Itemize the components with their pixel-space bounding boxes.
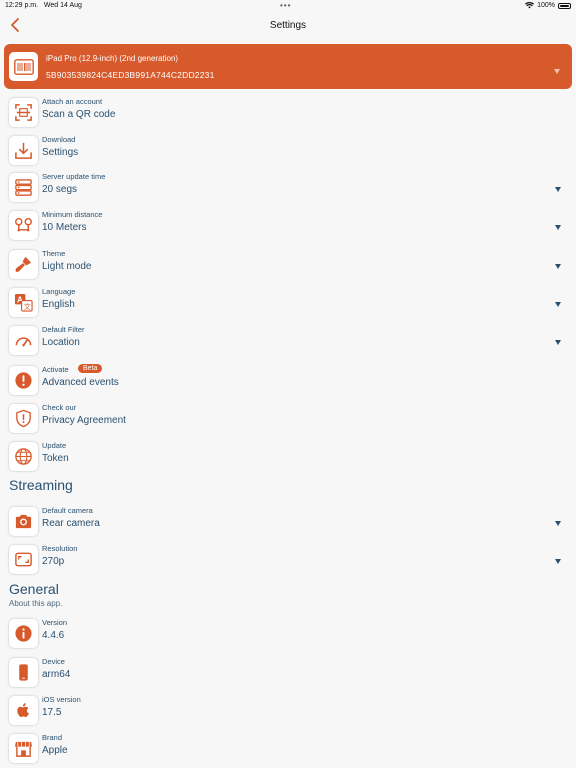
info-label: iOS version	[42, 695, 81, 704]
qr-scan-icon	[9, 98, 38, 127]
setting-value: Privacy Agreement	[42, 415, 126, 426]
info-row-ios-version: iOS version 17.5	[0, 694, 576, 730]
device-name: iPad Pro (12.9-inch) (2nd generation)	[46, 54, 179, 63]
info-label: Brand	[42, 733, 63, 742]
setting-row-download[interactable]: Download Settings	[0, 134, 576, 170]
section-title-streaming: Streaming	[9, 477, 73, 493]
camera-icon	[9, 507, 38, 536]
setting-row-default-filter[interactable]: Default Filter Location	[0, 324, 576, 360]
chevron-down-icon	[555, 340, 561, 345]
setting-value: 20 segs	[42, 184, 78, 195]
navigation-bar: Settings	[0, 14, 576, 38]
setting-label: Default camera	[42, 506, 93, 515]
setting-value: English	[42, 299, 75, 310]
page-title: Settings	[269, 20, 307, 31]
route-pin-icon	[9, 211, 38, 240]
info-row-version: Version 4.4.6	[0, 617, 576, 653]
setting-row-minimum-distance[interactable]: Minimum distance 10 Meters	[0, 209, 576, 245]
chevron-down-icon	[555, 302, 561, 307]
battery-percentage: 100%	[537, 2, 555, 9]
server-icon	[9, 173, 38, 202]
device-selector[interactable]: iPad Pro (12.9-inch) (2nd generation) 5B…	[4, 44, 572, 89]
setting-row-resolution[interactable]: Resolution 270p	[0, 543, 576, 579]
setting-label: Default Filter	[42, 325, 85, 334]
globe-icon	[9, 442, 38, 471]
resolution-icon	[9, 545, 38, 574]
setting-label: Check our	[42, 403, 77, 412]
chevron-down-icon	[555, 225, 561, 230]
section-subtitle-general: About this app.	[9, 599, 63, 608]
info-icon	[9, 619, 38, 648]
setting-value: Token	[42, 453, 69, 464]
setting-row-default-camera[interactable]: Default camera Rear camera	[0, 505, 576, 541]
barcode-icon	[9, 52, 38, 81]
phone-icon	[9, 658, 38, 687]
status-time: 12:29 p.m. Wed 14 Aug	[5, 2, 82, 9]
translate-icon: A文	[9, 288, 38, 317]
setting-row-theme[interactable]: Theme Light mode	[0, 248, 576, 284]
wifi-icon	[525, 2, 535, 9]
info-row-device: Device arm64	[0, 656, 576, 692]
setting-label: Activate	[42, 365, 69, 374]
alert-icon	[9, 366, 38, 395]
setting-row-attach-account[interactable]: Attach an account Scan a QR code	[0, 96, 576, 132]
shield-icon	[9, 404, 38, 433]
chevron-down-icon	[555, 264, 561, 269]
chevron-down-icon	[555, 559, 561, 564]
setting-label: Minimum distance	[42, 210, 103, 219]
chevron-down-icon	[555, 187, 561, 192]
status-bar: 12:29 p.m. Wed 14 Aug ••• 100%	[0, 0, 576, 14]
setting-value: Scan a QR code	[42, 109, 116, 120]
info-label: Device	[42, 657, 65, 666]
setting-label: Resolution	[42, 544, 78, 553]
setting-value: 270p	[42, 556, 65, 567]
gauge-icon	[9, 326, 38, 355]
info-value: arm64	[42, 669, 71, 680]
info-value: Apple	[42, 745, 68, 756]
info-value: 17.5	[42, 707, 62, 718]
info-row-brand: Brand Apple	[0, 732, 576, 768]
setting-row-language[interactable]: A文 Language English	[0, 286, 576, 322]
beta-badge: Beta	[78, 364, 103, 373]
paintbrush-icon	[9, 250, 38, 279]
battery-icon	[558, 2, 571, 9]
setting-value: Advanced events	[42, 377, 119, 388]
setting-value: Rear camera	[42, 518, 100, 529]
setting-label: Language	[42, 287, 76, 296]
download-icon	[9, 136, 38, 165]
setting-value: Light mode	[42, 261, 92, 272]
svg-text:文: 文	[24, 302, 31, 311]
info-label: Version	[42, 618, 68, 627]
setting-label: Update	[42, 441, 67, 450]
chevron-down-icon	[554, 69, 560, 74]
setting-row-server-update-time[interactable]: Server update time 20 segs	[0, 171, 576, 207]
setting-label: Theme	[42, 249, 66, 258]
setting-label: Server update time	[42, 172, 106, 181]
setting-value: 10 Meters	[42, 222, 87, 233]
setting-row-update-token[interactable]: Update Token	[0, 440, 576, 476]
setting-label: Attach an account	[42, 97, 103, 106]
setting-value: Settings	[42, 147, 79, 158]
apple-icon	[9, 696, 38, 725]
device-id: 5B903539824C4ED3B991A744C2DD2231	[46, 70, 215, 80]
section-title-general: General	[9, 581, 59, 597]
setting-row-activate-advanced-events[interactable]: Activate Beta Advanced events	[0, 364, 576, 400]
multitasking-dots[interactable]: •••	[280, 1, 291, 10]
chevron-down-icon	[555, 521, 561, 526]
setting-label: Download	[42, 135, 76, 144]
store-icon	[9, 734, 38, 763]
setting-row-privacy-agreement[interactable]: Check our Privacy Agreement	[0, 402, 576, 438]
info-value: 4.4.6	[42, 630, 65, 641]
setting-value: Location	[42, 337, 80, 348]
